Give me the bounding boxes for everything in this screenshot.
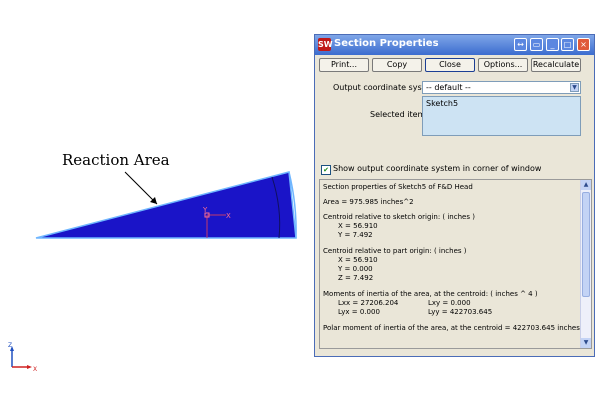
area-line: Area = 975.985 inches^2 bbox=[323, 198, 414, 206]
print-button[interactable]: Print... bbox=[319, 58, 369, 72]
centroid-sketch-x: X = 56.910 bbox=[338, 222, 378, 230]
show-coord-checkbox-label: Show output coordinate system in corner … bbox=[333, 164, 542, 173]
reaction-area-section[interactable] bbox=[35, 171, 297, 239]
show-coord-checkbox[interactable]: ✔ bbox=[321, 165, 331, 175]
output-coord-value: -- default -- bbox=[426, 83, 471, 92]
scrollbar-thumb[interactable] bbox=[582, 192, 590, 297]
selected-items-list[interactable]: Sketch5 bbox=[422, 96, 581, 136]
centroid-sketch-title: Centroid relative to sketch origin: ( in… bbox=[323, 213, 475, 221]
solidworks-app-icon: SW bbox=[318, 38, 333, 51]
annotation-leader-line bbox=[124, 171, 158, 205]
dialog-titlebar[interactable]: SW Section Properties ↔ ▭ _ □ × bbox=[315, 35, 594, 55]
close-button[interactable]: Close bbox=[425, 58, 475, 72]
section-properties-dialog: SW Section Properties ↔ ▭ _ □ × Print...… bbox=[314, 34, 595, 357]
pin-icon[interactable]: ↔ bbox=[514, 38, 527, 51]
centroid-part-z: Z = 7.492 bbox=[338, 274, 374, 282]
scroll-up-icon[interactable]: ▲ bbox=[581, 180, 591, 190]
window-icon[interactable]: ▭ bbox=[530, 38, 543, 51]
view-orientation-triad: Z X bbox=[8, 342, 37, 373]
triad-z-label: Z bbox=[8, 342, 12, 349]
centroid-sketch-y: Y = 7.492 bbox=[338, 231, 373, 239]
selected-item[interactable]: Sketch5 bbox=[426, 99, 458, 108]
scroll-down-icon[interactable]: ▼ bbox=[581, 338, 591, 348]
centroid-part-title: Centroid relative to part origin: ( inch… bbox=[323, 247, 467, 255]
lyy-value: Lyy = 422703.645 bbox=[428, 308, 493, 316]
output-coord-select[interactable]: -- default -- ▼ bbox=[422, 81, 581, 94]
moments-title: Moments of inertia of the area, at the c… bbox=[323, 290, 538, 298]
minimize-button[interactable]: _ bbox=[546, 38, 559, 51]
options-button[interactable]: Options... bbox=[478, 58, 528, 72]
centroid-part-y: Y = 0.000 bbox=[338, 265, 373, 273]
triad-x-label: X bbox=[33, 366, 37, 373]
lxx-value: Lxx = 27206.204 bbox=[338, 299, 399, 307]
lxy-value: Lxy = 0.000 bbox=[428, 299, 471, 307]
maximize-button[interactable]: □ bbox=[561, 38, 574, 51]
copy-button[interactable]: Copy bbox=[372, 58, 422, 72]
chevron-down-icon[interactable]: ▼ bbox=[570, 83, 579, 92]
dialog-title: Section Properties bbox=[334, 38, 439, 49]
lyx-value: Lyx = 0.000 bbox=[338, 308, 380, 316]
sketch-x-label: X bbox=[226, 212, 231, 220]
results-text-area[interactable]: Section properties of Sketch5 of F&D Hea… bbox=[319, 179, 592, 349]
recalculate-button[interactable]: Recalculate bbox=[531, 58, 581, 72]
centroid-part-x: X = 56.910 bbox=[338, 256, 378, 264]
results-header: Section properties of Sketch5 of F&D Hea… bbox=[323, 183, 473, 191]
results-scrollbar[interactable]: ▲ ▼ bbox=[580, 180, 591, 348]
sketch-y-label: Y bbox=[202, 206, 208, 214]
reaction-area-label: Reaction Area bbox=[62, 151, 170, 169]
close-window-button[interactable]: × bbox=[577, 38, 590, 51]
polar-moment-line: Polar moment of inertia of the area, at … bbox=[323, 324, 592, 332]
